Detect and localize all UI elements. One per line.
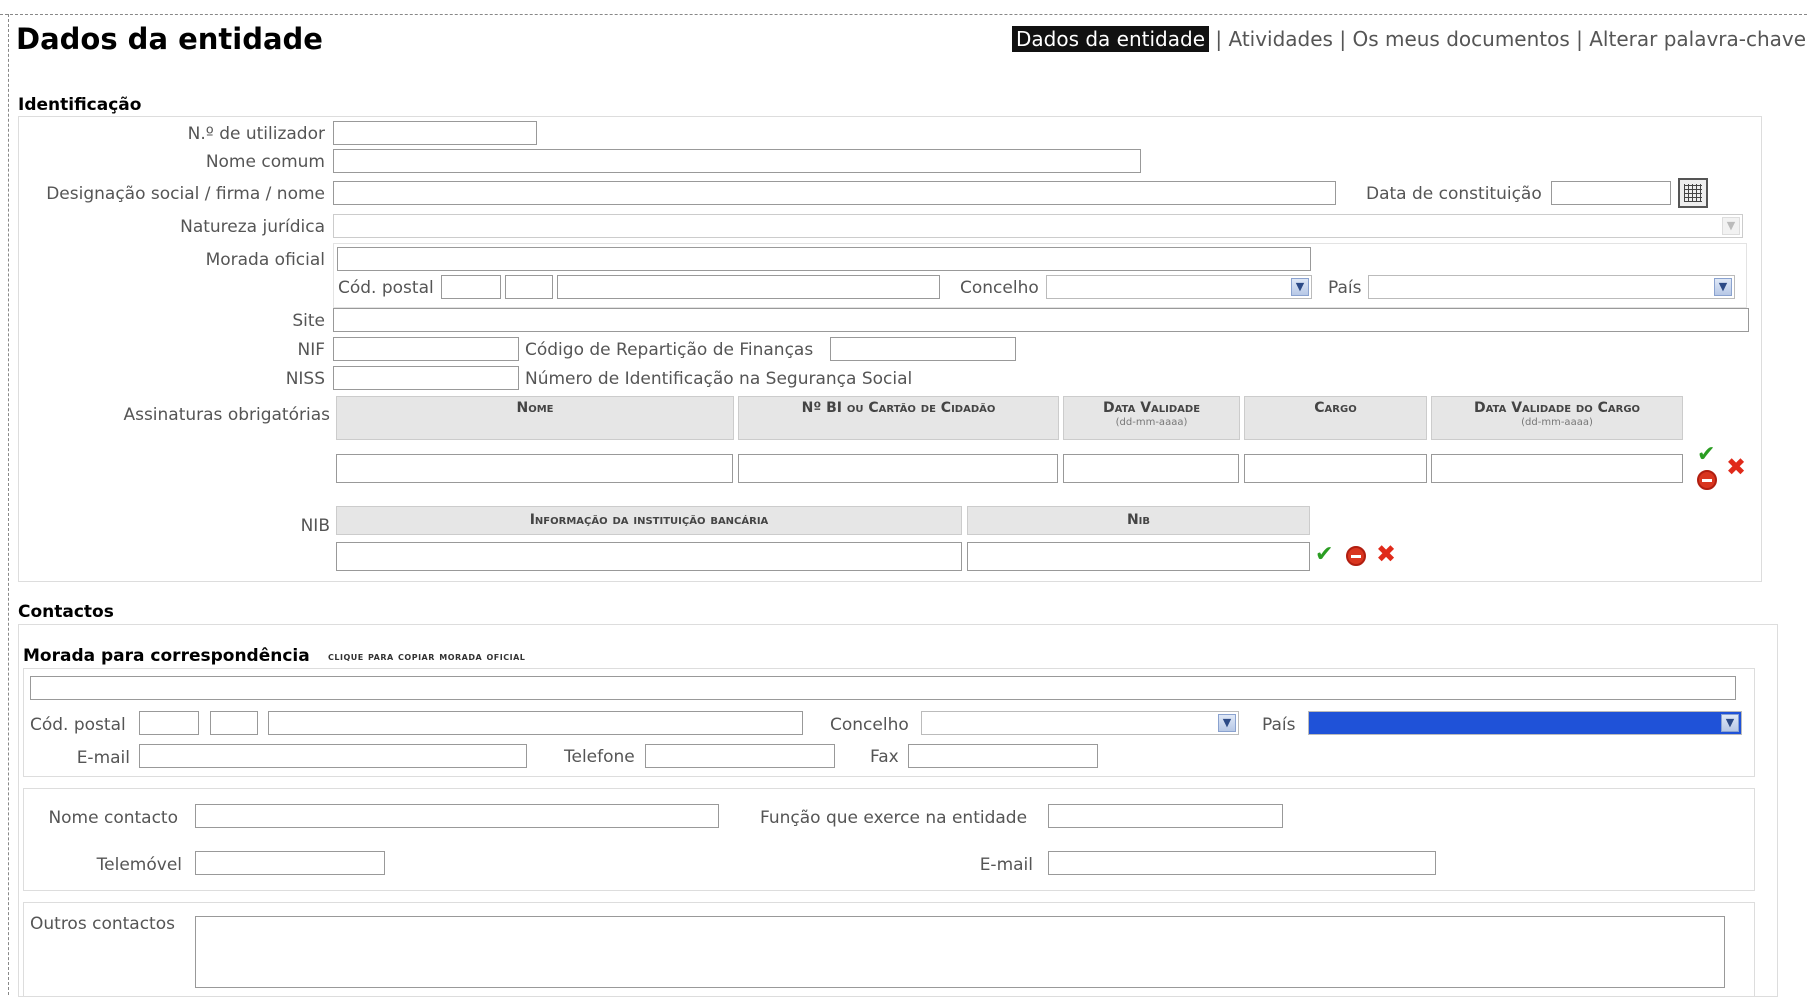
nib-field[interactable] — [967, 542, 1310, 571]
label-nome-comum: Nome comum — [205, 152, 325, 172]
section-contactos: Contactos — [18, 602, 114, 622]
funcao-field[interactable] — [1048, 804, 1283, 828]
col-bi: Nº BI ou Cartão de Cidadão — [738, 396, 1059, 440]
label-assinaturas: Assinaturas obrigatórias — [123, 405, 330, 425]
chevron-down-icon: ▼ — [1721, 714, 1739, 732]
niss-field[interactable] — [333, 366, 519, 390]
morada-correspondencia-title: Morada para correspondência — [23, 646, 310, 666]
nav-atividades[interactable]: Atividades — [1228, 27, 1333, 51]
label-email: E-mail — [76, 748, 130, 768]
label-funcao: Função que exerce na entidade — [760, 808, 1028, 828]
email-field[interactable] — [139, 744, 527, 768]
stop-icon[interactable] — [1346, 546, 1366, 566]
pais-select[interactable]: ▼ — [1368, 275, 1735, 299]
instituicao-bancaria-field[interactable] — [336, 542, 962, 571]
concelho-select[interactable]: ▼ — [921, 711, 1239, 735]
label-data-constituicao: Data de constituição — [1366, 184, 1542, 204]
fax-field[interactable] — [908, 744, 1098, 768]
localidade-field[interactable] — [557, 275, 940, 299]
morada-correspondencia-field[interactable] — [30, 676, 1736, 700]
assinatura-data-field[interactable] — [1063, 454, 1239, 483]
concelho-select[interactable]: ▼ — [1046, 275, 1312, 299]
localidade-field[interactable] — [268, 711, 803, 735]
col-instituicao-bancaria: Informação da instituição bancária — [336, 506, 962, 535]
label-concelho: Concelho — [960, 278, 1039, 298]
label-telemovel: Telemóvel — [96, 855, 182, 875]
nav-dados-entidade[interactable]: Dados da entidade — [1012, 26, 1210, 52]
col-data-validade: Data Validade (dd-mm-aaaa) — [1063, 396, 1240, 440]
label-pais: País — [1262, 715, 1296, 735]
page-title: Dados da entidade — [16, 22, 323, 56]
telefone-field[interactable] — [645, 744, 835, 768]
codigo-reparticao-field[interactable] — [830, 337, 1016, 361]
nif-field[interactable] — [333, 337, 519, 361]
cod-postal-2-field[interactable] — [505, 275, 553, 299]
nome-comum-field[interactable] — [333, 149, 1141, 173]
assinatura-nome-field[interactable] — [336, 454, 733, 483]
cod-postal-1-field[interactable] — [139, 711, 199, 735]
cod-postal-1-field[interactable] — [441, 275, 501, 299]
natureza-select[interactable]: ▼ — [333, 214, 1743, 238]
label-concelho: Concelho — [830, 715, 909, 735]
nav-documentos[interactable]: Os meus documentos — [1352, 27, 1569, 51]
page-top-border — [0, 14, 1807, 15]
page-left-border — [8, 14, 9, 995]
nav-separator: | — [1215, 27, 1223, 51]
assinatura-bi-field[interactable] — [738, 454, 1058, 483]
label-natureza: Natureza jurídica — [180, 217, 325, 237]
check-icon[interactable]: ✔ — [1697, 444, 1715, 466]
nome-contacto-field[interactable] — [195, 804, 719, 828]
label-pais: País — [1328, 278, 1362, 298]
label-nome-contacto: Nome contacto — [48, 808, 178, 828]
label-codigo-reparticao: Código de Repartição de Finanças — [525, 340, 814, 360]
designacao-field[interactable] — [333, 181, 1336, 205]
telemovel-field[interactable] — [195, 851, 385, 875]
chevron-down-icon: ▼ — [1722, 217, 1740, 235]
assinatura-data-cargo-field[interactable] — [1431, 454, 1683, 483]
check-icon[interactable]: ✔ — [1315, 544, 1333, 566]
nav-separator: | — [1576, 27, 1583, 51]
label-site: Site — [292, 311, 325, 331]
pais-select[interactable]: ▼ — [1308, 711, 1742, 735]
chevron-down-icon: ▼ — [1714, 278, 1732, 296]
site-field[interactable] — [333, 308, 1749, 332]
chevron-down-icon: ▼ — [1218, 714, 1236, 732]
nav-separator: | — [1339, 27, 1347, 51]
label-nib: NIB — [300, 516, 330, 536]
label-niss: NISS — [285, 369, 325, 389]
col-data-validade-cargo: Data Validade do Cargo (dd-mm-aaaa) — [1431, 396, 1683, 440]
label-morada: Morada oficial — [205, 250, 325, 270]
stop-icon[interactable] — [1697, 470, 1717, 490]
copy-morada-link[interactable]: clique para copiar morada oficial — [328, 650, 525, 663]
cod-postal-2-field[interactable] — [210, 711, 258, 735]
label-designacao: Designação social / firma / nome — [46, 184, 325, 204]
calendar-icon[interactable] — [1678, 178, 1708, 208]
top-nav: Dados da entidade | Atividades | Os meus… — [1012, 26, 1806, 52]
label-outros-contactos: Outros contactos — [30, 914, 175, 934]
assinatura-cargo-field[interactable] — [1244, 454, 1427, 483]
label-telefone: Telefone — [564, 747, 635, 767]
label-n-utilizador: N.º de utilizador — [187, 124, 325, 144]
col-cargo: Cargo — [1244, 396, 1427, 440]
morada-field[interactable] — [337, 247, 1311, 271]
col-nome: Nome — [336, 396, 734, 440]
label-fax: Fax — [870, 747, 899, 767]
label-cod-postal: Cód. postal — [30, 715, 126, 735]
x-icon[interactable]: ✖ — [1726, 455, 1746, 479]
label-niss-desc: Número de Identificação na Segurança Soc… — [525, 369, 913, 389]
col-nib: Nib — [967, 506, 1310, 535]
label-cod-postal: Cód. postal — [338, 278, 434, 298]
n-utilizador-field[interactable] — [333, 121, 537, 145]
email-contacto-field[interactable] — [1048, 851, 1436, 875]
section-identificacao: Identificação — [18, 95, 142, 115]
outros-contactos-textarea[interactable] — [195, 916, 1725, 988]
chevron-down-icon: ▼ — [1291, 278, 1309, 296]
nav-alterar-palavra-chave[interactable]: Alterar palavra-chave — [1589, 27, 1806, 51]
x-icon[interactable]: ✖ — [1376, 542, 1396, 566]
label-nif: NIF — [297, 340, 325, 360]
label-email-contacto: E-mail — [979, 855, 1033, 875]
data-constituicao-field[interactable] — [1551, 181, 1671, 205]
